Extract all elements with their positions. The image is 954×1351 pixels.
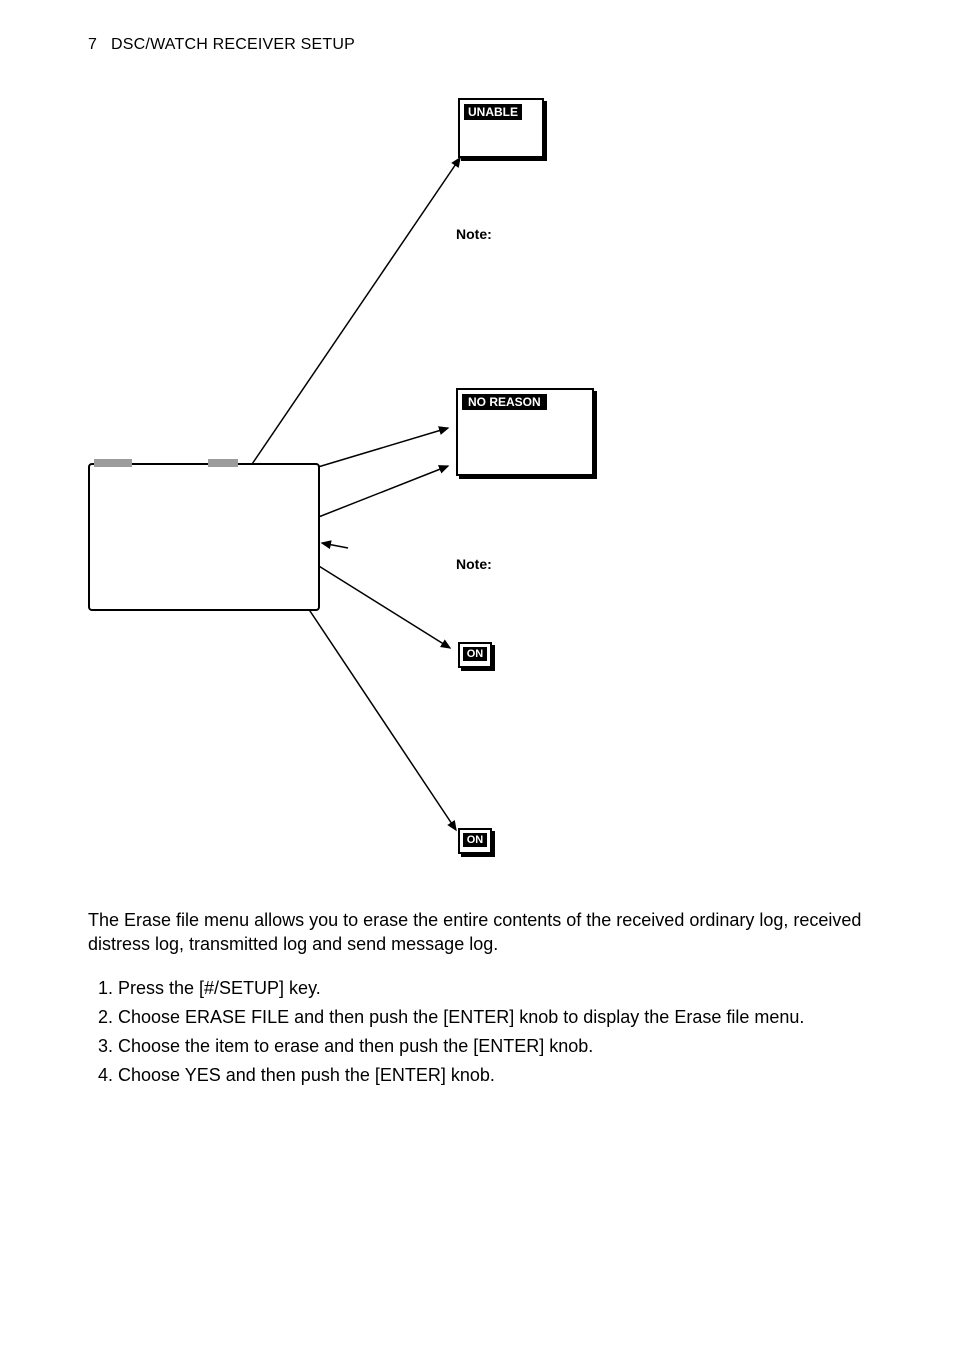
setup-menu-panel bbox=[88, 463, 320, 611]
step-1: Press the [#/SETUP] key. bbox=[118, 975, 874, 1002]
on-option-box-1: ON bbox=[458, 642, 492, 668]
menu-tab-2 bbox=[208, 459, 238, 467]
setup-diagram: UNABLE Note: NO REASON Note: ON ON bbox=[88, 78, 874, 908]
note-1: Note: bbox=[456, 226, 492, 242]
on-label-1: ON bbox=[463, 647, 488, 661]
step-2: Choose ERASE FILE and then push the [ENT… bbox=[118, 1004, 874, 1031]
menu-tab-1 bbox=[94, 459, 132, 467]
chapter-title: DSC/WATCH RECEIVER SETUP bbox=[111, 36, 355, 53]
unable-label: UNABLE bbox=[464, 104, 522, 120]
unable-option-box: UNABLE bbox=[458, 98, 544, 158]
no-reason-label: NO REASON bbox=[462, 394, 547, 410]
chapter-number: 7 bbox=[88, 36, 97, 53]
page-header: 7 DSC/WATCH RECEIVER SETUP bbox=[88, 36, 874, 54]
body-text: The Erase file menu allows you to erase … bbox=[88, 908, 874, 1089]
on-option-box-2: ON bbox=[458, 828, 492, 854]
step-3: Choose the item to erase and then push t… bbox=[118, 1033, 874, 1060]
note-2: Note: bbox=[456, 556, 492, 572]
no-reason-option-box: NO REASON bbox=[456, 388, 594, 476]
erase-file-description: The Erase file menu allows you to erase … bbox=[88, 908, 874, 957]
menu-tabbar bbox=[90, 465, 318, 477]
on-label-2: ON bbox=[463, 833, 488, 847]
step-4: Choose YES and then push the [ENTER] kno… bbox=[118, 1062, 874, 1089]
erase-file-steps: Press the [#/SETUP] key. Choose ERASE FI… bbox=[88, 975, 874, 1089]
